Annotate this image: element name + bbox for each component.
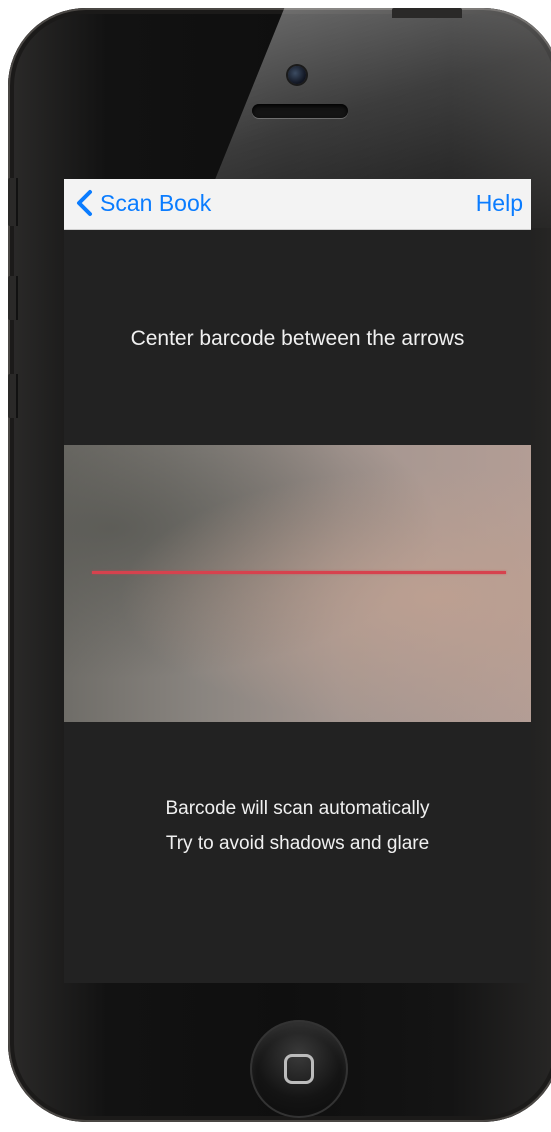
screen: Scan Book Help Center barcode between th… [64, 179, 531, 983]
scan-line [92, 571, 506, 574]
earpiece-speaker [252, 104, 348, 118]
volume-up-button [8, 276, 18, 320]
navigation-bar: Scan Book Help [64, 179, 531, 230]
chevron-left-icon [77, 190, 92, 216]
hint-text-auto-scan: Barcode will scan automatically [165, 798, 430, 819]
instruction-panel: Center barcode between the arrows [64, 230, 531, 445]
back-button[interactable]: Scan Book [74, 185, 211, 221]
hint-panel: Barcode will scan automatically Try to a… [64, 722, 531, 983]
instruction-text: Center barcode between the arrows [130, 327, 465, 350]
home-button[interactable] [250, 1020, 348, 1118]
volume-down-button [8, 374, 18, 418]
mute-switch [8, 178, 18, 226]
help-button[interactable]: Help [476, 185, 523, 221]
power-button [392, 8, 462, 18]
front-camera [288, 66, 306, 84]
phone-frame: Scan Book Help Center barcode between th… [8, 8, 551, 1122]
hint-text-avoid-glare: Try to avoid shadows and glare [165, 833, 430, 854]
back-button-label: Scan Book [100, 190, 212, 216]
home-square-icon [284, 1054, 314, 1084]
camera-viewfinder [64, 445, 531, 722]
